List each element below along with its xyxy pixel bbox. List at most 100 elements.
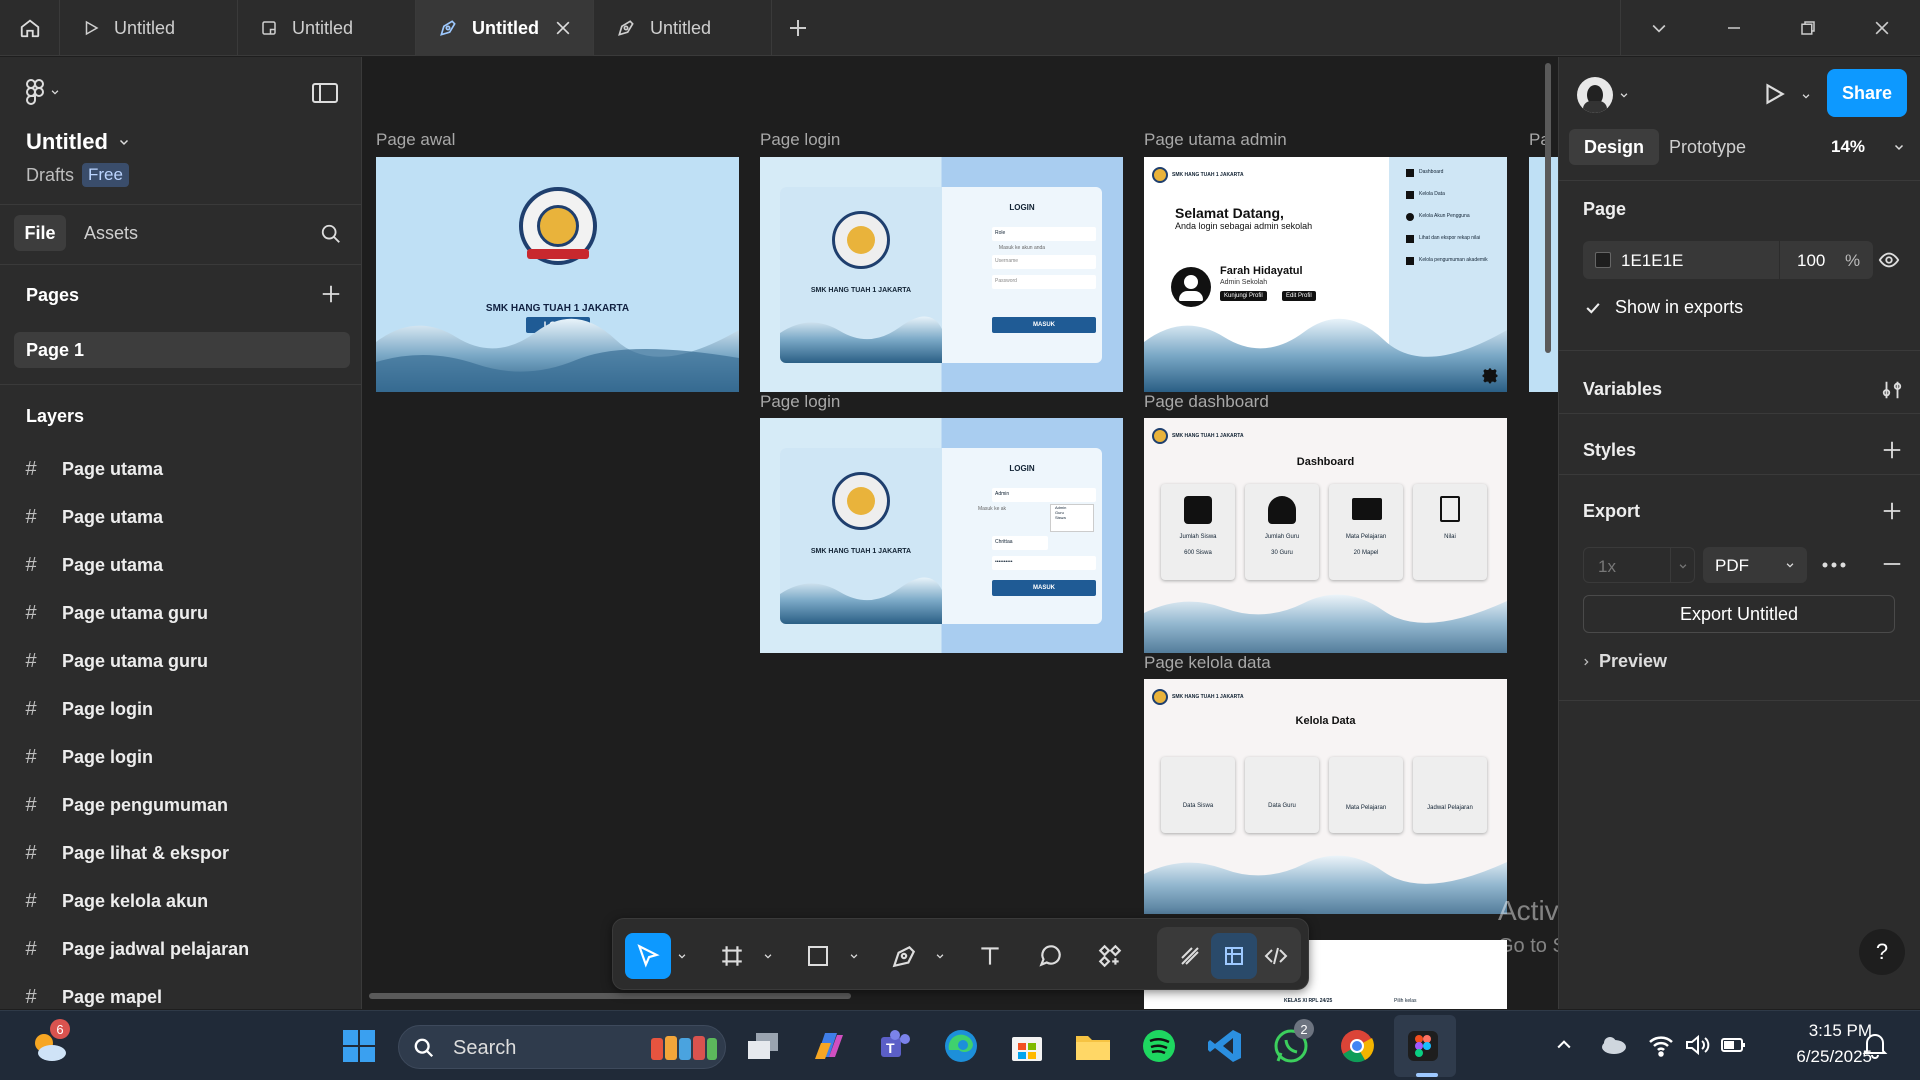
close-window-button[interactable]	[1844, 0, 1920, 56]
help-button[interactable]: ?	[1859, 929, 1905, 975]
tab-prototype[interactable]: Prototype	[1669, 137, 1746, 158]
dev-mode[interactable]	[1253, 933, 1299, 979]
chevron-down-icon[interactable]	[849, 951, 859, 961]
minus-icon[interactable]	[1881, 553, 1903, 575]
file-name-button[interactable]: Untitled	[26, 129, 130, 155]
layer-item[interactable]: # Page lihat & ekspor	[0, 831, 361, 875]
tab-4[interactable]: Untitled	[594, 0, 772, 56]
restore-button[interactable]	[1770, 0, 1846, 56]
main-menu-button[interactable]	[26, 79, 60, 105]
toggle-sidebar-button[interactable]	[312, 83, 338, 103]
export-button[interactable]: Export Untitled	[1583, 595, 1895, 633]
export-format-select[interactable]: PDF	[1703, 547, 1807, 583]
eye-icon[interactable]	[1877, 249, 1901, 271]
plus-icon[interactable]	[1881, 439, 1903, 461]
minimize-button[interactable]	[1696, 0, 1772, 56]
layer-item[interactable]: # Page utama	[0, 495, 361, 539]
spotify-app[interactable]	[1136, 1023, 1182, 1069]
show-in-exports-checkbox[interactable]: Show in exports	[1583, 297, 1743, 318]
share-button[interactable]: Share	[1827, 69, 1907, 117]
layer-item[interactable]: # Page utama	[0, 543, 361, 587]
horizontal-scrollbar[interactable]	[369, 993, 851, 999]
clock-time[interactable]: 3:15 PM	[1762, 1021, 1872, 1041]
weather-widget[interactable]: 6	[26, 1019, 72, 1069]
frame-label[interactable]: Page kelola data	[1144, 653, 1271, 673]
add-page-button[interactable]	[320, 283, 342, 305]
frame-page-dashboard[interactable]: SMK HANG TUAH 1 JAKARTA Dashboard Jumlah…	[1144, 418, 1507, 653]
zoom-level[interactable]: 14%	[1831, 137, 1865, 157]
search-layers-button[interactable]	[320, 223, 342, 245]
pen-tool[interactable]	[881, 933, 927, 979]
chevron-up-icon[interactable]	[1554, 1035, 1574, 1055]
edge-app[interactable]	[938, 1023, 984, 1069]
more-options-icon[interactable]	[1821, 553, 1847, 577]
move-tool[interactable]	[625, 933, 671, 979]
wifi-icon[interactable]	[1648, 1033, 1674, 1057]
frame-page-kelola-data[interactable]: SMK HANG TUAH 1 JAKARTA Kelola Data Data…	[1144, 679, 1507, 914]
plus-icon[interactable]	[1881, 500, 1903, 522]
comment-tool[interactable]	[1027, 933, 1073, 979]
present-button[interactable]	[1761, 81, 1787, 107]
layer-item[interactable]: # Page login	[0, 687, 361, 731]
vertical-scrollbar[interactable]	[1545, 63, 1551, 353]
onedrive-icon[interactable]	[1598, 1033, 1628, 1057]
frame-label[interactable]: Page login	[760, 130, 840, 150]
page-color-value[interactable]: 1E1E1E	[1621, 251, 1683, 271]
frame-page-login-2[interactable]: SMK HANG TUAH 1 JAKARTA LOGIN Admin Masu…	[760, 418, 1123, 653]
user-menu[interactable]	[1577, 77, 1629, 113]
layer-item[interactable]: # Page mapel	[0, 975, 361, 1009]
tab-design[interactable]: Design	[1569, 129, 1659, 165]
frame-page-login[interactable]: SMK HANG TUAH 1 JAKARTA LOGIN Role Masuk…	[760, 157, 1123, 392]
frame-label[interactable]: Page dashboard	[1144, 392, 1269, 412]
frame-page-awal[interactable]: SMK HANG TUAH 1 JAKARTA LOGIN	[376, 157, 739, 392]
draw-mode[interactable]	[1167, 933, 1213, 979]
text-tool[interactable]	[967, 933, 1013, 979]
page-color-field[interactable]: 1E1E1E 100 %	[1583, 241, 1873, 279]
export-scale-select[interactable]: 1x	[1583, 547, 1695, 583]
tab-assets[interactable]: Assets	[84, 223, 138, 244]
tab-list-button[interactable]	[1620, 0, 1696, 56]
canvas[interactable]: Page awal SMK HANG TUAH 1 JAKARTA LOGIN …	[363, 57, 1558, 1009]
chevron-down-icon[interactable]	[1893, 141, 1905, 153]
file-explorer-app[interactable]	[1070, 1023, 1116, 1069]
resources-tool[interactable]	[1087, 933, 1133, 979]
battery-icon[interactable]	[1720, 1033, 1748, 1057]
layer-item[interactable]: # Page utama guru	[0, 639, 361, 683]
chrome-app[interactable]	[1334, 1023, 1380, 1069]
frame-partial[interactable]	[1529, 157, 1558, 392]
notification-icon[interactable]	[1862, 1031, 1888, 1059]
close-tab-icon[interactable]	[553, 18, 573, 38]
figma-app[interactable]	[1400, 1023, 1446, 1069]
frame-label[interactable]: Page awal	[376, 130, 455, 150]
chevron-down-icon[interactable]	[763, 951, 773, 961]
sliders-icon[interactable]	[1881, 379, 1903, 401]
task-view-button[interactable]	[740, 1023, 786, 1069]
vscode-app[interactable]	[1202, 1023, 1248, 1069]
frame-label[interactable]: Page login	[760, 392, 840, 412]
page-opacity-value[interactable]: 100	[1797, 251, 1825, 271]
color-swatch[interactable]	[1595, 252, 1611, 268]
start-button[interactable]	[336, 1023, 382, 1069]
layer-item[interactable]: # Page login	[0, 735, 361, 779]
taskbar-search[interactable]: Search	[398, 1025, 726, 1069]
chevron-down-icon[interactable]	[935, 951, 945, 961]
chevron-down-icon[interactable]	[677, 951, 687, 961]
tab-file[interactable]: File	[14, 215, 66, 251]
frame-page-utama-admin[interactable]: SMK HANG TUAH 1 JAKARTA Selamat Datang, …	[1144, 157, 1507, 392]
tab-1[interactable]: Untitled	[60, 0, 238, 56]
clock-date[interactable]: 6/25/2025	[1762, 1047, 1872, 1067]
layer-item[interactable]: # Page pengumuman	[0, 783, 361, 827]
layer-item[interactable]: # Page jadwal pelajaran	[0, 927, 361, 971]
preview-toggle[interactable]: Preview	[1581, 651, 1667, 672]
frame-label[interactable]: Page utama admin	[1144, 130, 1287, 150]
chevron-down-icon[interactable]	[1801, 91, 1811, 101]
new-tab-button[interactable]	[786, 16, 810, 40]
store-app[interactable]	[1004, 1023, 1050, 1069]
teams-app[interactable]: T	[872, 1023, 918, 1069]
page-item-1[interactable]: Page 1	[14, 332, 350, 368]
tab-2[interactable]: Untitled	[238, 0, 416, 56]
shape-tool[interactable]	[795, 933, 841, 979]
design-mode[interactable]	[1211, 933, 1257, 979]
layer-item[interactable]: # Page utama guru	[0, 591, 361, 635]
layer-item[interactable]: # Page kelola akun	[0, 879, 361, 923]
